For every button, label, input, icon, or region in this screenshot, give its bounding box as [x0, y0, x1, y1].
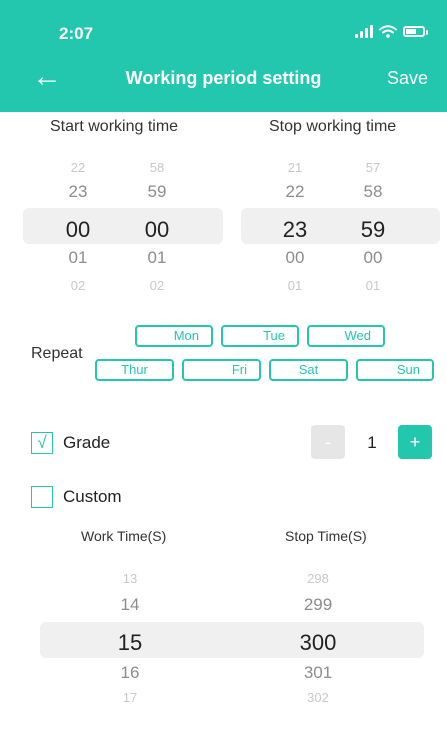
wheel-item: 16: [120, 663, 140, 682]
wheel-item: 02: [149, 278, 165, 293]
wheel-item-selected: 00: [65, 217, 91, 242]
start-hour-wheel[interactable]: 22 23 00 01 02: [58, 155, 98, 293]
app-header: 2:07 ← Working period setting Save: [0, 0, 447, 112]
wheel-item: 59: [147, 182, 167, 201]
wheel-item: 00: [285, 248, 305, 267]
grade-label: Grade: [63, 433, 111, 452]
custom-selection-band: [40, 622, 424, 658]
wheel-item: 302: [307, 690, 329, 705]
custom-checkbox[interactable]: [31, 486, 53, 508]
battery-icon: [403, 25, 428, 37]
wheel-item: 02: [70, 278, 86, 293]
stop-hour-wheel[interactable]: 21 22 23 00 01: [275, 155, 315, 293]
wheel-item: 01: [365, 278, 381, 293]
wheel-item: 58: [363, 182, 383, 201]
wheel-item: 13: [122, 571, 138, 586]
wheel-item: 00: [363, 248, 383, 267]
stop-minute-wheel[interactable]: 57 58 59 00 01: [353, 155, 393, 293]
wheel-item: 14: [120, 595, 140, 614]
wheel-item-selected: 23: [282, 217, 308, 242]
save-button[interactable]: Save: [387, 68, 428, 89]
custom-label: Custom: [63, 487, 122, 506]
wheel-item-selected: 15: [117, 630, 143, 655]
back-arrow-icon[interactable]: ←: [32, 62, 62, 92]
wheel-item: 57: [365, 160, 381, 175]
wheel-item: 17: [122, 690, 138, 705]
wheel-item: 22: [285, 182, 305, 201]
grade-decrement-button[interactable]: -: [311, 425, 345, 459]
day-button-tue[interactable]: Tue: [221, 325, 299, 347]
stop-time-label: Stop Time(S): [285, 528, 367, 544]
status-icons: [355, 24, 428, 38]
signal-icon: [355, 24, 373, 38]
status-time: 2:07: [59, 24, 94, 43]
page-title: Working period setting: [125, 68, 322, 88]
work-time-wheel[interactable]: 13 14 15 16 17: [105, 568, 155, 708]
wheel-item: 21: [287, 160, 303, 175]
start-working-time-label: Start working time: [50, 118, 179, 135]
wheel-item-selected: 00: [144, 217, 170, 242]
day-button-fri[interactable]: Fri: [182, 359, 261, 381]
work-time-label: Work Time(S): [81, 528, 167, 544]
wifi-icon: [379, 24, 397, 38]
day-button-sat[interactable]: Sat: [269, 359, 348, 381]
wheel-item: 23: [68, 182, 88, 201]
wheel-item: 01: [147, 248, 167, 267]
day-button-mon[interactable]: Mon: [135, 325, 213, 347]
start-minute-wheel[interactable]: 58 59 00 01 02: [137, 155, 177, 293]
repeat-label: Repeat: [31, 345, 83, 362]
wheel-item: 58: [149, 160, 165, 175]
start-time-selection-band: [23, 208, 223, 244]
wheel-item: 01: [287, 278, 303, 293]
wheel-item: 299: [303, 595, 333, 614]
grade-value: 1: [367, 433, 377, 452]
grade-checkbox[interactable]: √: [31, 432, 53, 454]
stop-working-time-label: Stop working time: [269, 118, 397, 135]
day-button-thur[interactable]: Thur: [95, 359, 174, 381]
grade-increment-button[interactable]: +: [398, 425, 432, 459]
wheel-item-selected: 300: [299, 630, 337, 655]
wheel-item: 298: [307, 571, 329, 586]
wheel-item: 01: [68, 248, 88, 267]
wheel-item: 22: [70, 160, 86, 175]
day-button-sun[interactable]: Sun: [356, 359, 434, 381]
wheel-item-selected: 59: [360, 217, 386, 242]
day-button-wed[interactable]: Wed: [307, 325, 385, 347]
wheel-item: 301: [303, 663, 333, 682]
stop-time-selection-band: [241, 208, 440, 244]
stop-time-wheel[interactable]: 298 299 300 301 302: [293, 568, 343, 708]
